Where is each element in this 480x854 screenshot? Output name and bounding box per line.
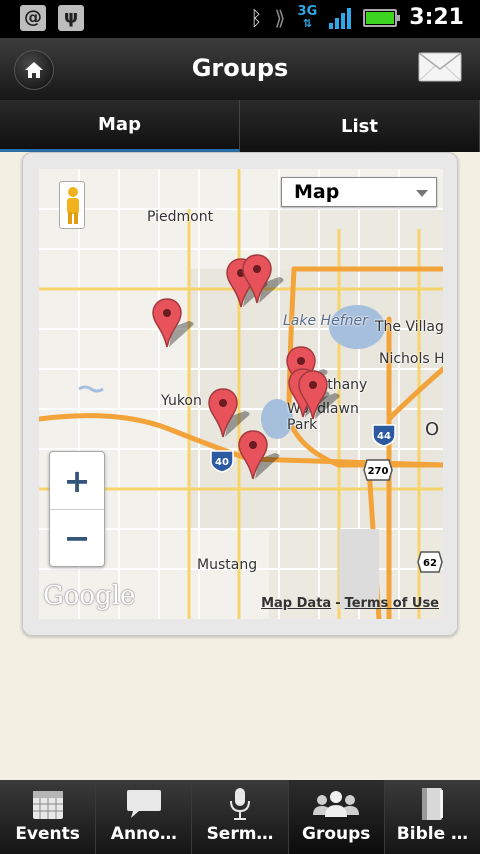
chevron-down-icon [416,190,428,197]
nav-label-announcements: Anno… [110,824,177,844]
terms-of-use-link[interactable]: Terms of Use [345,596,439,611]
zoom-in-button[interactable]: + [50,452,104,509]
view-tabs: Map List [0,100,480,152]
map-attribution: Map Data - Terms of Use [261,596,439,611]
zoom-out-button[interactable]: − [50,509,104,566]
map-type-selector[interactable]: Map [281,177,437,207]
pegman-icon [67,187,79,224]
nav-groups[interactable]: Groups [288,780,385,854]
book-icon [422,788,444,820]
speech-bubble-icon [126,790,161,818]
highway-shield-270: 270 [363,459,393,481]
map-label-piedmont: Piedmont [147,209,214,225]
svg-text:270: 270 [368,466,389,477]
svg-text:44: 44 [377,431,391,442]
nav-announcements[interactable]: Anno… [96,780,193,854]
zoom-control: + − [49,451,105,567]
nav-label-bible: Bible … [396,824,469,844]
people-icon [313,791,360,817]
google-logo: Google [43,581,136,611]
map-label-the-village: The Villag [375,319,443,335]
tab-map[interactable]: Map [0,100,240,152]
mail-button[interactable] [418,52,462,82]
nav-events[interactable]: Events [0,780,97,854]
map-label-lake-hefner: Lake Hefner [283,313,368,329]
map-card: Piedmont Lake Hefner The Villag Nichols … [22,152,458,636]
map-marker[interactable] [241,253,284,304]
battery-icon [363,8,401,27]
map-marker[interactable] [237,429,280,480]
map-label-yukon: Yukon [161,393,202,409]
highway-shield-44: 44 [372,424,396,447]
mail-icon [418,52,462,82]
nav-bible[interactable]: Bible … [384,780,480,854]
page-title: Groups [191,54,289,82]
at-icon: @ [20,5,46,31]
calendar-icon [32,791,63,819]
map-marker[interactable] [207,387,250,438]
svg-text:62: 62 [423,558,437,569]
status-bar: @ ψ ᛒ ⟫ 3G ⇅ 3:21 [0,0,480,38]
usb-icon: ψ [58,5,84,31]
data-transfer-icon: ⟫ [274,5,286,30]
map-label-okc: O [425,419,440,440]
bottom-nav: Events Anno… Serm… Groups Bible … [0,780,480,854]
map-label-mustang: Mustang [197,557,258,573]
nav-label-groups: Groups [302,824,371,844]
street-view-pegman[interactable] [59,181,85,229]
highway-shield-40: 40 [210,450,234,473]
map-view[interactable]: Piedmont Lake Hefner The Villag Nichols … [39,169,443,619]
highway-shield-62: 62 [417,551,443,573]
tab-list[interactable]: List [240,100,480,152]
map-label-nichols-hills: Nichols H [379,351,443,367]
attribution-separator: - [335,596,341,611]
nav-label-events: Events [15,824,80,844]
map-marker[interactable] [151,297,194,348]
map-data-link[interactable]: Map Data [261,596,331,611]
signal-icon [329,7,352,29]
app-header: Groups [0,38,480,100]
clock: 3:21 [409,5,464,30]
bluetooth-icon: ᛒ [250,5,263,30]
network-type: 3G ⇅ [297,3,318,30]
nav-label-sermons: Serm… [206,824,274,844]
microphone-icon [230,788,250,820]
map-marker[interactable] [297,369,340,420]
nav-sermons[interactable]: Serm… [192,780,289,854]
svg-text:40: 40 [215,457,229,468]
